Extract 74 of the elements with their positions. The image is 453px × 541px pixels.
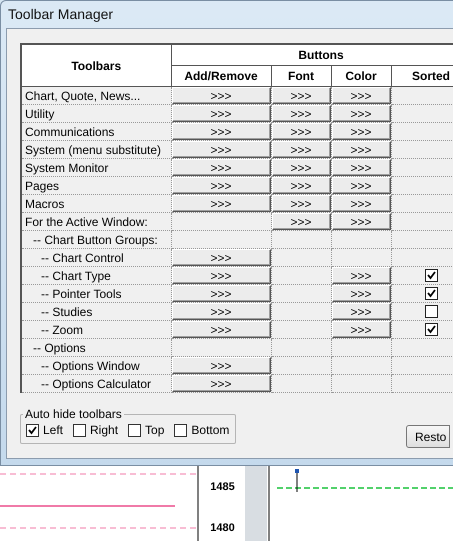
column-header: Font — [271, 66, 331, 86]
column-group-header: Buttons — [171, 44, 453, 66]
toolbar-name: -- Options Window — [21, 356, 171, 374]
add-remove-button[interactable]: >>> — [172, 375, 270, 392]
color-button[interactable]: >>> — [332, 267, 390, 284]
column-header: Toolbars — [21, 44, 171, 86]
column-header: Color — [331, 66, 391, 86]
checkbox[interactable] — [128, 424, 142, 436]
add-remove-button[interactable]: >>> — [172, 105, 270, 122]
font-button[interactable]: >>> — [272, 195, 330, 212]
font-button[interactable]: >>> — [272, 141, 330, 158]
sorted-checkbox[interactable] — [424, 287, 438, 300]
color-button[interactable]: >>> — [332, 303, 390, 320]
column-header: Add/Remove — [171, 66, 271, 86]
toolbar-name: -- Options — [21, 338, 171, 356]
font-button[interactable]: >>> — [272, 159, 330, 176]
toolbar-name: -- Studies — [21, 302, 171, 320]
font-button[interactable]: >>> — [272, 105, 330, 122]
axis-label: 1480 — [210, 522, 235, 534]
font-button[interactable]: >>> — [272, 213, 330, 230]
checkbox-label: Top — [145, 423, 164, 437]
add-remove-button[interactable]: >>> — [172, 249, 270, 266]
checkbox-label: Right — [90, 423, 118, 437]
color-button[interactable]: >>> — [332, 321, 390, 338]
add-remove-button[interactable]: >>> — [172, 87, 270, 104]
restore-button[interactable]: Resto — [406, 425, 450, 448]
add-remove-button[interactable]: >>> — [172, 141, 270, 158]
color-button[interactable]: >>> — [332, 141, 390, 158]
toolbar-name: For the Active Window: — [21, 212, 171, 230]
checkbox-label: Bottom — [191, 423, 230, 437]
group-title: Auto hide toolbars — [24, 407, 123, 421]
toolbar-name: System (menu substitute) — [21, 140, 171, 158]
toolbar-name: Utility — [21, 104, 171, 122]
font-button[interactable]: >>> — [272, 123, 330, 140]
toolbar-name: Macros — [21, 194, 171, 212]
add-remove-button[interactable]: >>> — [172, 321, 270, 338]
toolbar-name: -- Pointer Tools — [21, 284, 171, 302]
column-header: Sorted — [391, 66, 453, 86]
add-remove-button[interactable]: >>> — [172, 195, 270, 212]
sorted-checkbox[interactable] — [424, 323, 438, 336]
toolbar-name: System Monitor — [21, 158, 171, 176]
sorted-checkbox[interactable] — [424, 305, 438, 318]
axis-label: 1485 — [210, 480, 235, 492]
add-remove-button[interactable]: >>> — [172, 177, 270, 194]
color-button[interactable]: >>> — [332, 213, 390, 230]
add-remove-button[interactable]: >>> — [172, 123, 270, 140]
color-button[interactable]: >>> — [332, 159, 390, 176]
checkbox-label: Left — [43, 423, 64, 437]
toolbar-name: -- Zoom — [21, 320, 171, 338]
toolbar-name: Pages — [21, 176, 171, 194]
toolbar-name: Communications — [21, 122, 171, 140]
add-remove-button[interactable]: >>> — [172, 303, 270, 320]
checkbox[interactable] — [73, 424, 86, 436]
add-remove-button[interactable]: >>> — [172, 357, 270, 374]
toolbar-name: Chart, Quote, News... — [21, 86, 171, 104]
color-button[interactable]: >>> — [332, 87, 390, 104]
color-button[interactable]: >>> — [332, 123, 390, 140]
color-button[interactable]: >>> — [332, 105, 390, 122]
window-title: Toolbar Manager — [7, 5, 114, 24]
color-button[interactable]: >>> — [332, 177, 390, 194]
color-button[interactable]: >>> — [332, 285, 390, 302]
checkbox[interactable] — [174, 424, 188, 436]
color-button[interactable]: >>> — [332, 195, 390, 212]
font-button[interactable]: >>> — [272, 177, 330, 194]
font-button[interactable]: >>> — [272, 87, 330, 104]
toolbar-name: -- Chart Button Groups: — [21, 230, 171, 248]
add-remove-button[interactable]: >>> — [172, 267, 270, 284]
checkbox[interactable] — [26, 424, 39, 436]
toolbar-name: -- Chart Control — [21, 248, 171, 266]
toolbar-name: -- Chart Type — [21, 266, 171, 284]
sorted-checkbox[interactable] — [424, 269, 438, 282]
toolbar-name: -- Options Calculator — [21, 374, 171, 392]
add-remove-button[interactable]: >>> — [172, 285, 270, 302]
add-remove-button[interactable]: >>> — [172, 159, 270, 176]
